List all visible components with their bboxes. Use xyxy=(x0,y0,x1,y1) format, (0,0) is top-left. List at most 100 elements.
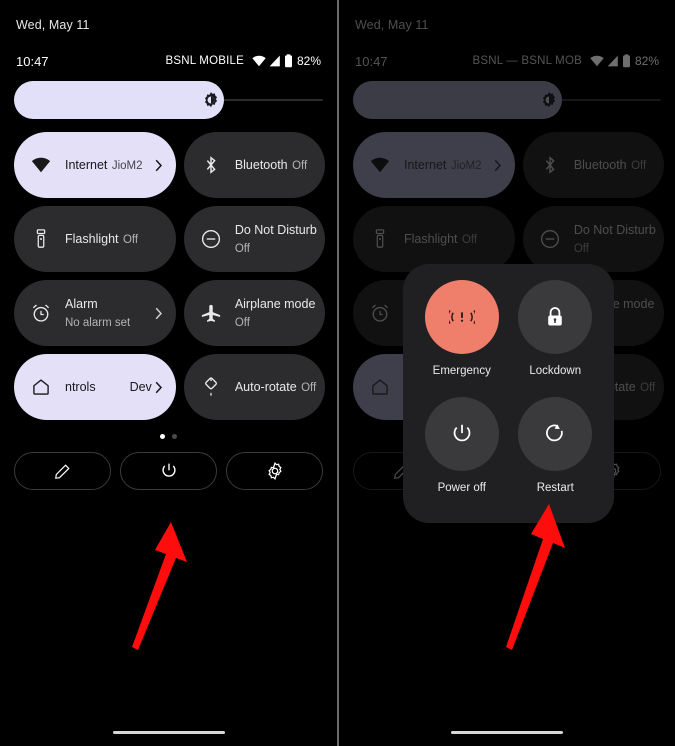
tile-title: Internet xyxy=(65,158,108,172)
bluetooth-icon xyxy=(539,154,561,176)
tile-subtitle: Off xyxy=(292,160,308,172)
chevron-right-icon[interactable] xyxy=(152,307,166,320)
tile-title: Alarm xyxy=(65,297,98,311)
tile-do-not-disturb[interactable]: Do Not Disturb Off xyxy=(183,206,325,272)
tile-title: Bluetooth xyxy=(234,158,288,172)
tile-subtitle: Off xyxy=(461,234,478,246)
brightness-fill xyxy=(14,81,225,119)
tile-bluetooth[interactable]: Bluetooth Off xyxy=(522,132,664,198)
home-icon xyxy=(30,376,52,398)
tile-text: ntrols Dev xyxy=(65,380,152,394)
page-indicator xyxy=(14,434,323,439)
tile-text: Internet JioM2 xyxy=(404,156,491,174)
tile-text: Internet JioM2 xyxy=(65,156,152,174)
restart-icon xyxy=(544,423,566,445)
tile-text: Alarm No alarm set xyxy=(65,295,152,331)
tile-subtitle: Off xyxy=(573,243,589,255)
panel-footer xyxy=(14,452,323,490)
power-icon xyxy=(451,423,473,445)
tile-subtitle: Off xyxy=(631,160,647,172)
bluetooth-icon xyxy=(200,154,222,176)
tile-text: Bluetooth Off xyxy=(235,156,317,174)
tile-flashlight[interactable]: Flashlight Off xyxy=(14,206,176,272)
tile-title: Do Not Disturb xyxy=(234,223,317,237)
tile-text: Airplane mode Off xyxy=(235,295,317,331)
date-text: Wed, May 11 xyxy=(355,18,429,32)
tile-text: Flashlight Off xyxy=(65,230,168,248)
tile-title: Do Not Disturb xyxy=(573,223,656,237)
phone-screenshot-left: Wed, May 11 10:47 BSNL MOBILE 82% Intern… xyxy=(0,0,337,746)
pencil-icon xyxy=(54,463,71,480)
autorotate-icon xyxy=(200,376,222,398)
tile-alarm[interactable]: Alarm No alarm set xyxy=(14,280,176,346)
tile-device-controls[interactable]: ntrols Dev xyxy=(14,354,176,420)
flashlight-icon xyxy=(30,228,52,250)
airplane-icon xyxy=(200,302,222,324)
power-off-circle[interactable] xyxy=(424,396,499,471)
date-bar: Wed, May 11 xyxy=(353,0,661,32)
tile-text: Do Not Disturb Off xyxy=(574,221,656,257)
tile-internet[interactable]: Internet JioM2 xyxy=(353,132,515,198)
date-text: Wed, May 11 xyxy=(16,18,90,32)
emergency-circle[interactable] xyxy=(424,280,499,354)
power-off-option[interactable]: Power off xyxy=(417,396,507,512)
system-icons: 82% xyxy=(252,54,321,68)
screenshot-stage: Wed, May 11 10:47 BSNL MOBILE 82% Intern… xyxy=(0,0,675,746)
status-clock: 10:47 xyxy=(355,53,388,69)
wifi-icon xyxy=(30,154,52,176)
edit-tiles-button[interactable] xyxy=(14,452,111,490)
chevron-right-icon[interactable] xyxy=(491,159,505,172)
lockdown-circle[interactable] xyxy=(518,280,593,354)
tile-subtitle: Off xyxy=(234,243,250,255)
lock-icon xyxy=(545,306,565,328)
alarm-icon xyxy=(30,302,52,324)
power-button[interactable] xyxy=(120,452,217,490)
tile-title: ntrols xyxy=(65,380,96,394)
home-icon xyxy=(369,376,391,398)
status-bar: 10:47 BSNL — BSNL MOB 82% xyxy=(353,52,661,70)
brightness-slider[interactable] xyxy=(14,81,323,119)
gear-icon xyxy=(266,462,284,480)
tile-title: Auto-rotate xyxy=(234,380,297,394)
gesture-nav-bar[interactable] xyxy=(339,731,675,734)
tile-internet[interactable]: Internet JioM2 xyxy=(14,132,176,198)
settings-button[interactable] xyxy=(226,452,323,490)
page-dot-1[interactable] xyxy=(160,434,165,439)
lockdown-option[interactable]: Lockdown xyxy=(511,280,601,395)
tile-title: Airplane mode xyxy=(234,297,316,311)
brightness-slider[interactable] xyxy=(353,81,661,119)
restart-circle[interactable] xyxy=(518,396,593,471)
tile-title: Bluetooth xyxy=(573,158,627,172)
cell-signal-icon xyxy=(269,55,281,67)
restart-option[interactable]: Restart xyxy=(511,396,601,512)
tile-flashlight[interactable]: Flashlight Off xyxy=(353,206,515,272)
tile-subtitle: Off xyxy=(301,382,317,394)
nav-pill[interactable] xyxy=(112,731,225,734)
tile-auto-rotate[interactable]: Auto-rotate Off xyxy=(183,354,325,420)
brightness-icon xyxy=(202,91,220,109)
tile-bluetooth[interactable]: Bluetooth Off xyxy=(183,132,325,198)
battery-icon xyxy=(284,54,293,68)
status-clock: 10:47 xyxy=(16,53,49,69)
chevron-right-icon[interactable] xyxy=(152,159,166,172)
restart-label: Restart xyxy=(536,481,574,494)
emergency-label: Emergency xyxy=(432,365,491,377)
page-dot-2[interactable] xyxy=(172,434,177,439)
flashlight-icon xyxy=(369,228,391,250)
power-icon xyxy=(160,462,178,480)
chevron-right-icon[interactable] xyxy=(152,381,166,394)
tile-text: Flashlight Off xyxy=(404,230,507,248)
tile-airplane-mode[interactable]: Airplane mode Off xyxy=(183,280,325,346)
gesture-nav-bar[interactable] xyxy=(0,731,337,734)
nav-pill[interactable] xyxy=(451,731,563,734)
lockdown-label: Lockdown xyxy=(529,365,582,377)
phone-screenshot-right: Wed, May 11 10:47 BSNL — BSNL MOB 82% In… xyxy=(337,0,675,746)
emergency-option[interactable]: Emergency xyxy=(417,280,507,395)
date-bar: Wed, May 11 xyxy=(14,0,323,32)
dnd-icon xyxy=(200,228,222,250)
cell-signal-icon xyxy=(607,55,619,67)
power-options-dialog: Emergency Lockdown Power off Restart xyxy=(403,264,614,523)
tile-subtitle: Dev xyxy=(129,380,152,394)
tile-subtitle: Off xyxy=(122,234,139,246)
tile-do-not-disturb[interactable]: Do Not Disturb Off xyxy=(522,206,664,272)
